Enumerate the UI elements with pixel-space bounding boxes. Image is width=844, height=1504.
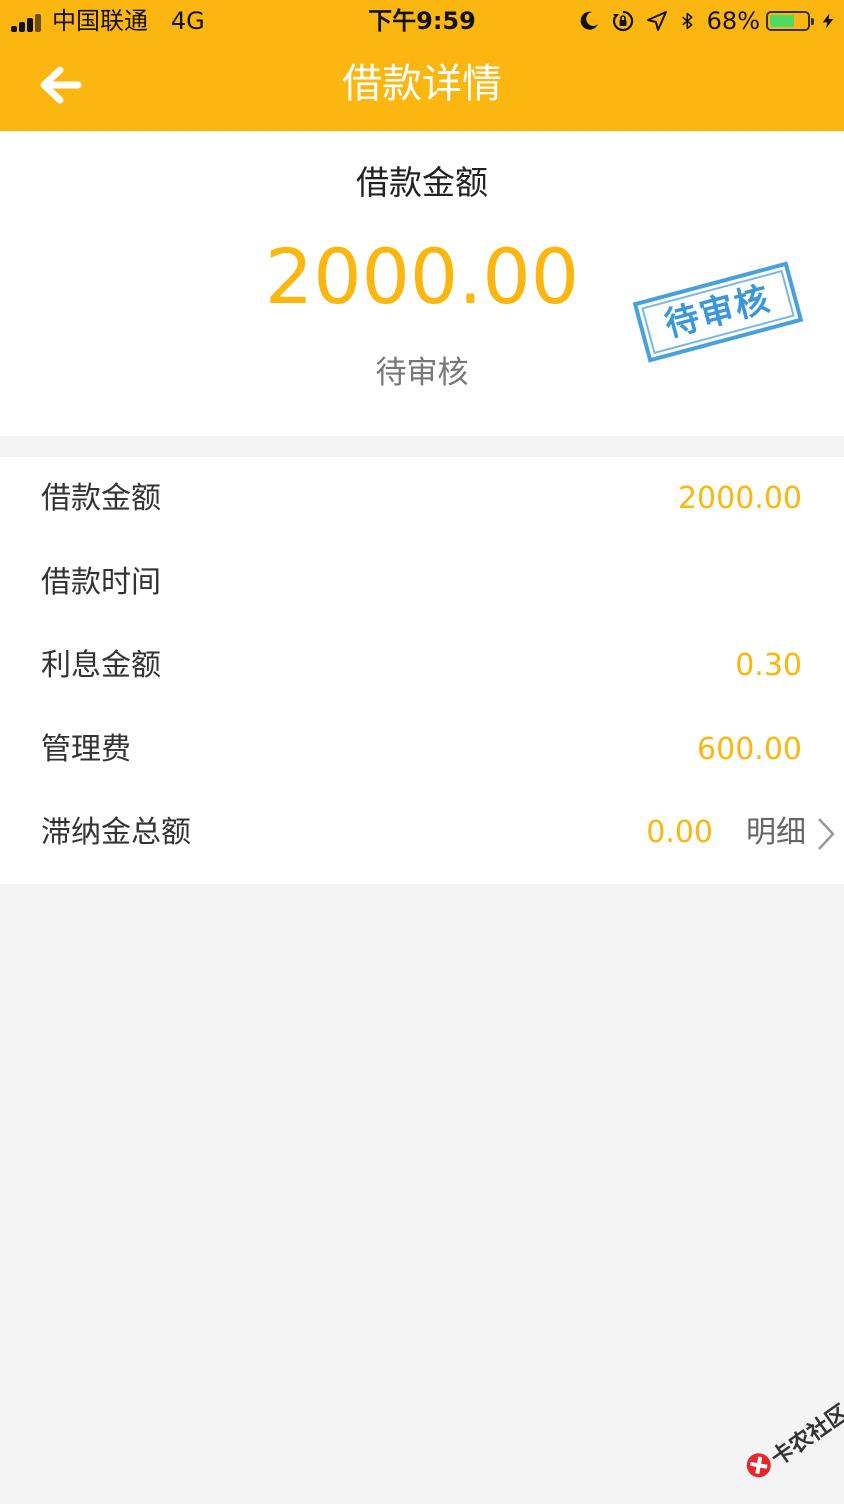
row-label: 借款金额 [41, 481, 161, 516]
row-value: 600.00 [697, 732, 802, 767]
detail-row-loan-time: 借款时间 [0, 541, 844, 625]
community-watermark: 卡农社区 [726, 1388, 844, 1504]
detail-row-late-fee: 滞纳金总额 0.00 明细 [0, 791, 844, 875]
detail-row-management-fee: 管理费 600.00 [0, 708, 844, 792]
row-label: 管理费 [41, 732, 131, 767]
moon-icon [580, 11, 598, 30]
rotation-lock-icon [612, 10, 633, 32]
row-label: 滞纳金总额 [41, 815, 191, 850]
summary-label: 借款金额 [356, 163, 488, 202]
late-fee-details-link[interactable]: 明细 [740, 807, 840, 859]
battery-percent: 68% [706, 7, 760, 35]
summary-status: 待审核 [375, 355, 469, 391]
loan-details-list: 借款金额 2000.00 借款时间 利息金额 0.30 管理费 600.00 滞… [0, 457, 844, 884]
loan-summary-card: 借款金额 2000.00 待审核 待审核 [0, 131, 844, 436]
header-bar: 中国联通 4G 下午9:59 68% 借款详情 [0, 0, 844, 131]
status-bar: 中国联通 4G 下午9:59 68% [0, 0, 844, 44]
battery-icon [766, 11, 814, 31]
row-label: 利息金额 [41, 648, 161, 683]
row-value: 0.30 [735, 648, 802, 683]
detail-row-interest: 利息金额 0.30 [0, 624, 844, 708]
details-link-label: 明细 [746, 815, 806, 850]
charging-icon [822, 13, 834, 29]
row-label: 借款时间 [41, 565, 161, 600]
detail-row-loan-amount: 借款金额 2000.00 [0, 457, 844, 541]
bluetooth-icon [681, 12, 693, 30]
location-icon [646, 11, 667, 31]
page-title: 借款详情 [342, 61, 502, 107]
row-value: 2000.00 [677, 481, 802, 516]
row-value: 0.00 [646, 815, 713, 850]
battery-level [770, 15, 794, 27]
chevron-right-icon [818, 818, 835, 850]
status-icons: 68% [577, 6, 836, 36]
watermark-text: 卡农社区 [767, 1400, 844, 1472]
